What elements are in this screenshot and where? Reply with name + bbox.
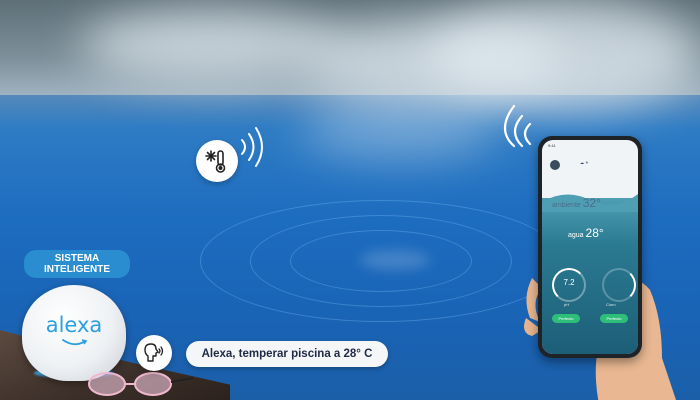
smartphone: 9:41 ☁ ☀ ambiente 32° agua 28° 7.2 pH Cl… xyxy=(538,136,642,358)
alexa-logo-text: alexa xyxy=(45,313,103,337)
steam-cloud xyxy=(300,100,500,160)
voice-command-pill: Alexa, temperar piscina a 28° C xyxy=(186,341,388,367)
signal-waves-icon xyxy=(241,127,263,167)
alexa-smile-icon xyxy=(62,339,88,346)
chlorine-dial[interactable] xyxy=(602,268,636,302)
system-label-text: SISTEMA INTELIGENTE xyxy=(43,253,111,275)
avatar[interactable] xyxy=(550,160,560,170)
ph-label: pH xyxy=(564,302,570,307)
status-bar: 9:41 xyxy=(548,143,556,148)
ph-status-button[interactable]: Perfecto xyxy=(552,314,580,323)
water-glint xyxy=(360,250,430,270)
app-header: ☁ ☀ xyxy=(542,154,638,178)
ambient-temperature: ambiente 32° xyxy=(552,196,601,210)
system-label: SISTEMA INTELIGENTE xyxy=(24,250,130,278)
ambient-label: ambiente xyxy=(552,202,581,209)
steam-cloud xyxy=(430,0,700,110)
voice-command-text: Alexa, temperar piscina a 28° C xyxy=(201,348,373,360)
ambient-value: 32° xyxy=(582,196,601,210)
phone-screen: 9:41 ☁ ☀ ambiente 32° agua 28° 7.2 pH Cl… xyxy=(542,140,638,354)
chlorine-status-button[interactable]: Perfecto xyxy=(600,314,628,323)
ph-value: 7.2 xyxy=(563,278,575,287)
alexa-speaker: alexa xyxy=(22,285,126,381)
water-value: 28° xyxy=(585,226,604,240)
chlorine-label: Cloro xyxy=(606,302,616,307)
water-temperature: agua 28° xyxy=(568,226,604,240)
speaking-head-icon xyxy=(136,335,172,371)
swim-goggles xyxy=(88,372,194,396)
water-label: agua xyxy=(568,232,584,239)
weather-icon: ☁ ☀ xyxy=(580,160,589,165)
thermometer-snowflake-icon xyxy=(196,140,238,182)
steam-cloud xyxy=(80,10,340,80)
pool-scene: SISTEMA INTELIGENTE alexa Alexa, tempera… xyxy=(0,0,700,400)
